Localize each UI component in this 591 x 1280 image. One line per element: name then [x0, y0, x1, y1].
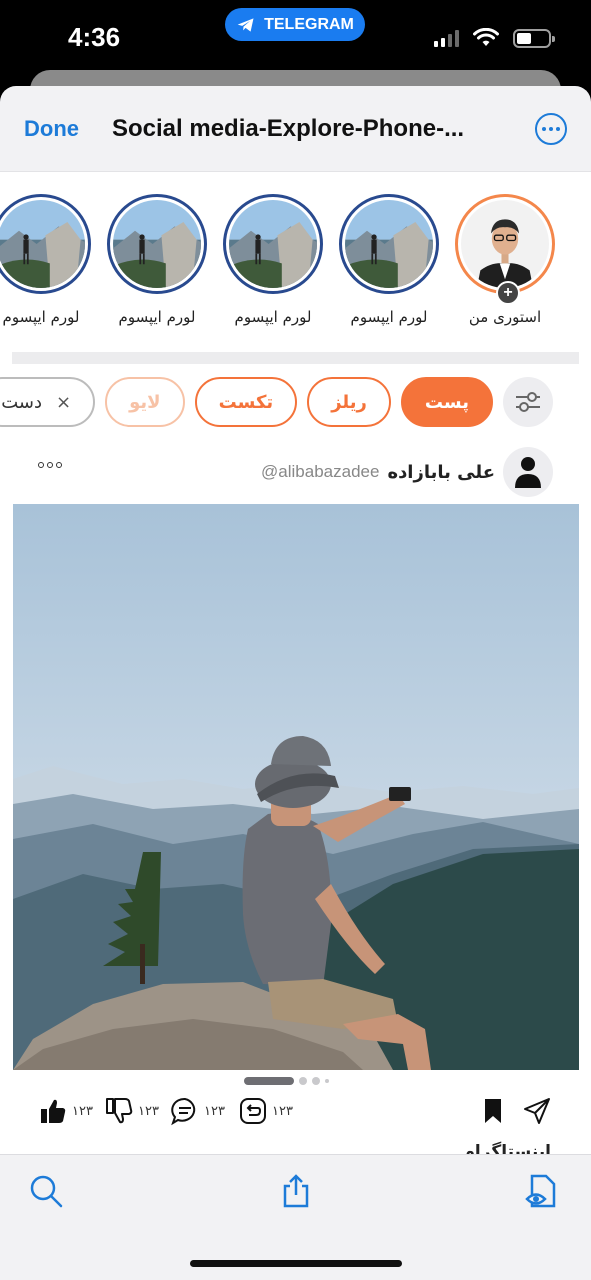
filter-button[interactable]: [503, 377, 553, 427]
story-ring: [0, 194, 91, 294]
story-item-mine[interactable]: + استوری من: [455, 194, 555, 326]
page-title: Social media-Explore-Phone-...: [112, 114, 465, 142]
document-eye-icon: [525, 1174, 556, 1208]
author-avatar[interactable]: [503, 447, 553, 497]
author-name[interactable]: علی بابازاده: [387, 462, 495, 483]
story-label: استوری من: [468, 308, 542, 326]
post-header: علی بابازاده @alibabazadee: [261, 447, 553, 497]
story-item[interactable]: لورم ایپسوم: [0, 194, 91, 326]
sliders-icon: [516, 392, 540, 412]
share-button[interactable]: [522, 1096, 552, 1126]
story-label: لورم ایپسوم: [234, 308, 312, 326]
like-count: ۱۲۳: [72, 1103, 93, 1119]
story-item[interactable]: لورم ایپسوم: [339, 194, 439, 326]
repost-count: ۱۲۳: [272, 1103, 293, 1119]
post-more-button[interactable]: [38, 462, 62, 468]
dislike-count: ۱۲۳: [138, 1103, 159, 1119]
add-story-icon[interactable]: +: [496, 281, 520, 305]
section-divider: [12, 352, 579, 364]
story-label: لورم ایپسوم: [350, 308, 428, 326]
repost-icon: [240, 1098, 266, 1124]
search-button[interactable]: [28, 1173, 64, 1209]
home-indicator[interactable]: [190, 1260, 402, 1267]
story-thumbnail-image: [0, 200, 85, 288]
dislike-button[interactable]: ۱۲۳: [104, 1096, 159, 1126]
user-icon: [515, 457, 541, 488]
quick-look-button[interactable]: [524, 1173, 560, 1209]
bookmark-button[interactable]: [478, 1096, 508, 1126]
comment-count: ۱۲۳: [204, 1103, 225, 1119]
close-icon[interactable]: ×: [56, 392, 71, 413]
battery-icon: [513, 28, 555, 48]
story-ring: [107, 194, 207, 294]
thumbs-down-icon: [106, 1098, 133, 1124]
story-thumbnail-image: [229, 200, 317, 288]
more-options-button[interactable]: [535, 112, 567, 145]
status-time: 4:36: [68, 22, 121, 52]
status-bar: 4:36 TELEGRAM: [0, 0, 591, 76]
chip-category[interactable]: دست ×: [0, 377, 96, 427]
pager-dot: [299, 1077, 307, 1085]
telegram-pill-label: TELEGRAM: [264, 15, 354, 33]
preview-sheet: Done Social media-Explore-Phone-... + اس…: [0, 86, 591, 1280]
chip-category-label: دست: [1, 391, 43, 413]
chip-reels[interactable]: ریلز: [307, 377, 391, 427]
story-label: لورم ایپسوم: [2, 308, 80, 326]
post-image[interactable]: [13, 504, 579, 1070]
cellular-signal-icon: [434, 29, 459, 47]
story-item[interactable]: لورم ایپسوم: [107, 194, 207, 326]
stories-row[interactable]: + استوری من لورم ایپسوم لورم ایپسوم لورم…: [0, 194, 555, 326]
chip-live[interactable]: لایو: [105, 377, 185, 427]
wifi-icon: [473, 28, 499, 46]
image-pager[interactable]: [244, 1077, 329, 1085]
repost-button[interactable]: ۱۲۳: [238, 1096, 293, 1126]
telegram-return-pill[interactable]: TELEGRAM: [225, 8, 365, 41]
post-actions: ۱۲۳ ۱۲۳ ۱۲۳ ۱۲۳: [38, 1096, 554, 1132]
prototype-content: + استوری من لورم ایپسوم لورم ایپسوم لورم…: [0, 172, 591, 1280]
story-item[interactable]: لورم ایپسوم: [223, 194, 323, 326]
my-avatar-image: [461, 200, 549, 288]
thumbs-up-icon: [41, 1099, 66, 1123]
like-button[interactable]: ۱۲۳: [38, 1096, 93, 1126]
comment-icon: [171, 1097, 196, 1126]
content-type-chips: پست ریلز تکست لایو دست ×: [0, 377, 553, 427]
story-ring: +: [455, 194, 555, 305]
nav-bar: Done Social media-Explore-Phone-...: [0, 86, 591, 172]
story-ring: [223, 194, 323, 294]
telegram-icon: [237, 17, 254, 32]
send-icon: [524, 1098, 550, 1124]
author-handle: @alibabazadee: [261, 462, 380, 481]
pager-dot: [312, 1077, 320, 1085]
bookmark-icon: [485, 1099, 501, 1123]
search-icon: [30, 1175, 63, 1208]
pager-dot: [325, 1079, 329, 1083]
comment-button[interactable]: ۱۲۳: [170, 1096, 225, 1126]
chip-post[interactable]: پست: [400, 377, 493, 427]
done-button[interactable]: Done: [24, 116, 79, 142]
story-thumbnail-image: [345, 200, 433, 288]
chip-text[interactable]: تکست: [194, 377, 298, 427]
story-thumbnail-image: [113, 200, 201, 288]
pager-active-dot: [244, 1077, 294, 1085]
story-ring: [339, 194, 439, 294]
share-icon: [283, 1174, 309, 1208]
story-label: لورم ایپسوم: [118, 308, 196, 326]
status-icons: [434, 28, 555, 48]
share-sheet-button[interactable]: [278, 1173, 314, 1209]
